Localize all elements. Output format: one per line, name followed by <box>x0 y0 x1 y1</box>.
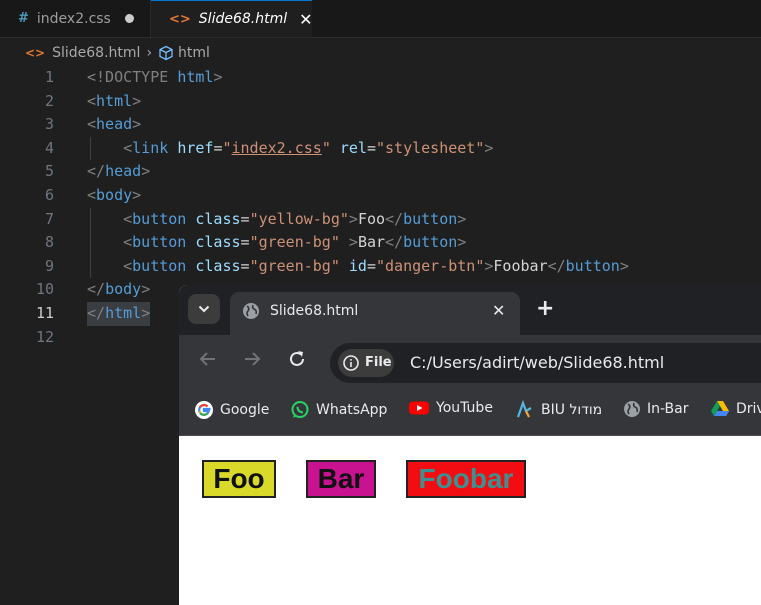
browser-tab[interactable]: Slide68.html ✕ <box>230 292 520 335</box>
line-number: 2 <box>44 91 54 110</box>
reload-icon[interactable] <box>286 348 308 374</box>
editor-tab-bar: # index2.css <> Slide68.html ✕ <box>0 0 761 38</box>
line-number: 10 <box>35 280 54 299</box>
close-icon[interactable]: ✕ <box>492 301 505 320</box>
code-line: 4 <link href="index2.css" rel="styleshee… <box>0 137 761 161</box>
tab-label: Slide68.html <box>198 11 288 27</box>
line-number: 9 <box>44 256 54 275</box>
code-line: 5 </head> <box>0 160 761 184</box>
globe-icon <box>242 302 260 324</box>
cube-symbol-icon <box>158 45 174 61</box>
bookmark-google[interactable]: Google <box>194 400 269 420</box>
bookmark-label: Google <box>220 402 270 418</box>
bookmark-label: WhatsApp <box>316 402 388 418</box>
bookmark-drive[interactable]: Drive <box>710 400 761 418</box>
line-number: 8 <box>44 233 54 252</box>
stylesheet-link[interactable]: index2.css <box>232 139 322 157</box>
browser-toolbar: File C:/Users/adirt/web/Slide68.html <box>179 335 761 385</box>
youtube-icon <box>408 400 430 416</box>
code-line: 7 <button class="yellow-bg">Foo</button> <box>0 208 761 232</box>
file-chip-label: File <box>365 355 392 370</box>
foobar-danger-button[interactable]: Foobar <box>406 460 526 498</box>
breadcrumb: <> Slide68.html › html <box>0 40 210 66</box>
bookmark-label: BIU מודול <box>541 402 603 418</box>
info-icon <box>343 355 359 375</box>
breadcrumb-file[interactable]: Slide68.html <box>52 45 140 61</box>
code-line: 1 <!DOCTYPE html> <box>0 66 761 90</box>
chevron-right-icon: › <box>146 45 153 61</box>
forward-icon[interactable] <box>241 348 263 374</box>
page-viewport: Foo Bar Foobar <box>179 436 761 605</box>
chevron-down-icon <box>198 305 210 313</box>
code-line: 8 <button class="green-bg" >Bar</button> <box>0 231 761 255</box>
bookmark-in-bar[interactable]: In-Bar <box>623 400 689 418</box>
site-info-chip[interactable]: File <box>338 349 394 377</box>
browser-tab-title: Slide68.html <box>270 303 359 319</box>
html-file-icon: <> <box>25 46 46 60</box>
google-icon <box>194 400 214 420</box>
foo-button[interactable]: Foo <box>202 460 276 498</box>
drive-icon <box>710 400 730 418</box>
css-file-icon: # <box>18 11 29 26</box>
bookmark-label: YouTube <box>436 400 493 416</box>
address-bar[interactable]: File C:/Users/adirt/web/Slide68.html <box>330 343 761 383</box>
bookmarks-bar: Google WhatsApp YouTube BIU מודול In-Bar <box>179 385 761 436</box>
globe-icon <box>623 400 641 418</box>
browser-window: Slide68.html ✕ + File C:/Users/adirt/web… <box>179 285 761 605</box>
code-line: 9 <button class="green-bg" id="danger-bt… <box>0 255 761 279</box>
moodle-icon <box>515 400 535 420</box>
tab-label: index2.css <box>36 10 111 27</box>
back-icon[interactable] <box>197 348 219 374</box>
line-number: 11 <box>35 303 54 322</box>
code-line: 6 <body> <box>0 184 761 208</box>
unsaved-dot-icon[interactable] <box>124 14 134 23</box>
new-tab-button[interactable]: + <box>536 296 554 321</box>
browser-tab-strip: Slide68.html ✕ + <box>179 285 761 335</box>
bookmark-biu-moodle[interactable]: BIU מודול <box>515 400 602 420</box>
whatsapp-icon <box>290 400 310 420</box>
line-number: 12 <box>35 327 54 346</box>
line-number: 1 <box>44 68 54 86</box>
tab-search-button[interactable] <box>188 294 220 324</box>
bar-button[interactable]: Bar <box>306 460 376 498</box>
url-text[interactable]: C:/Users/adirt/web/Slide68.html <box>410 353 664 372</box>
bookmark-whatsapp[interactable]: WhatsApp <box>290 400 387 420</box>
html-file-icon: <> <box>169 11 191 27</box>
code-line: 3 <head> <box>0 113 761 137</box>
line-number: 6 <box>44 185 54 204</box>
tab-slide68-html[interactable]: <> Slide68.html ✕ <box>151 0 313 37</box>
bookmark-youtube[interactable]: YouTube <box>408 400 493 416</box>
line-number: 5 <box>44 162 54 181</box>
code-line: 2 <html> <box>0 90 761 114</box>
close-tab-icon[interactable]: ✕ <box>299 10 312 29</box>
line-number: 4 <box>44 138 54 157</box>
bookmark-label: In-Bar <box>647 401 689 417</box>
tab-index2-css[interactable]: # index2.css <box>0 0 151 37</box>
line-number: 7 <box>44 209 54 228</box>
line-number: 3 <box>44 115 54 134</box>
bookmark-label: Drive <box>736 401 761 417</box>
breadcrumb-symbol[interactable]: html <box>178 45 210 61</box>
